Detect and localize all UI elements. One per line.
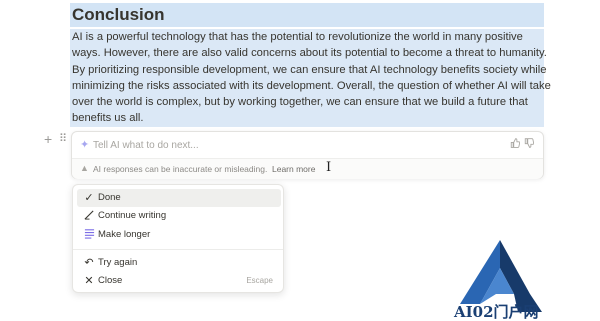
menu-item-label: Close <box>98 275 123 286</box>
menu-item-continue-writing[interactable]: Continue writing <box>77 207 281 225</box>
drag-handle-icon[interactable]: ⠿ <box>59 133 67 145</box>
menu-item-label: Try again <box>98 257 138 268</box>
menu-item-try-again[interactable]: ↶ Try again <box>77 254 281 272</box>
pen-glyph <box>84 210 94 220</box>
ai-prompt-input[interactable] <box>93 136 473 154</box>
page-heading[interactable]: Conclusion <box>70 3 544 27</box>
warning-icon: ▲ <box>80 163 89 173</box>
menu-item-label: Continue writing <box>98 210 167 221</box>
pen-icon <box>82 209 96 223</box>
undo-icon: ↶ <box>84 257 94 269</box>
selected-paragraph[interactable]: AI is a powerful technology that has the… <box>72 29 551 127</box>
ai-sparkle-icon: ✦ <box>80 139 90 151</box>
paragraph-line: over the world is complex, but by workin… <box>72 96 528 109</box>
paragraph-line: benefits us all. <box>72 112 144 125</box>
ai-input-row: ✦ <box>72 132 543 158</box>
menu-item-done[interactable]: ✓ Done <box>77 189 281 207</box>
paragraph-line: AI is a powerful technology that has the… <box>72 31 523 43</box>
menu-item-label: Make longer <box>98 229 151 240</box>
thumbs-down-icon[interactable] <box>524 138 535 151</box>
ai-prompt-box: ✦ ▲ AI responses can be inaccurate or mi… <box>71 131 544 179</box>
paragraph-line: ways. However, there are also valid conc… <box>72 47 547 60</box>
paragraph-line: By prioritizing responsible development,… <box>72 63 547 76</box>
menu-item-close[interactable]: ✕ Close Escape <box>77 272 281 290</box>
shortcut-hint: Escape <box>246 276 273 285</box>
menu-divider <box>73 249 283 250</box>
watermark-text: AI02门户网 <box>454 303 539 321</box>
menu-item-label: Done <box>98 192 121 203</box>
close-icon: ✕ <box>84 275 94 287</box>
checkmark-icon: ✓ <box>84 192 94 204</box>
thumbs-down-glyph <box>524 138 535 148</box>
learn-more-link[interactable]: Learn more <box>272 164 315 174</box>
add-block-icon[interactable]: + <box>44 132 52 146</box>
paragraph-line: minimizing the risks associated with its… <box>72 79 551 92</box>
text-cursor-icon: I <box>326 160 332 175</box>
ai-disclaimer-text: AI responses can be inaccurate or mislea… <box>93 164 268 174</box>
ai-disclaimer-bar: ▲ AI responses can be inaccurate or misl… <box>72 158 543 179</box>
lines-icon <box>82 228 96 242</box>
ai-actions-menu: ✓ Done Continue writing Make longer ↶ Tr… <box>72 184 284 293</box>
lines-glyph <box>84 229 94 239</box>
menu-item-make-longer[interactable]: Make longer <box>77 226 281 244</box>
thumbs-up-icon[interactable] <box>510 138 521 151</box>
thumbs-up-glyph <box>510 138 521 148</box>
